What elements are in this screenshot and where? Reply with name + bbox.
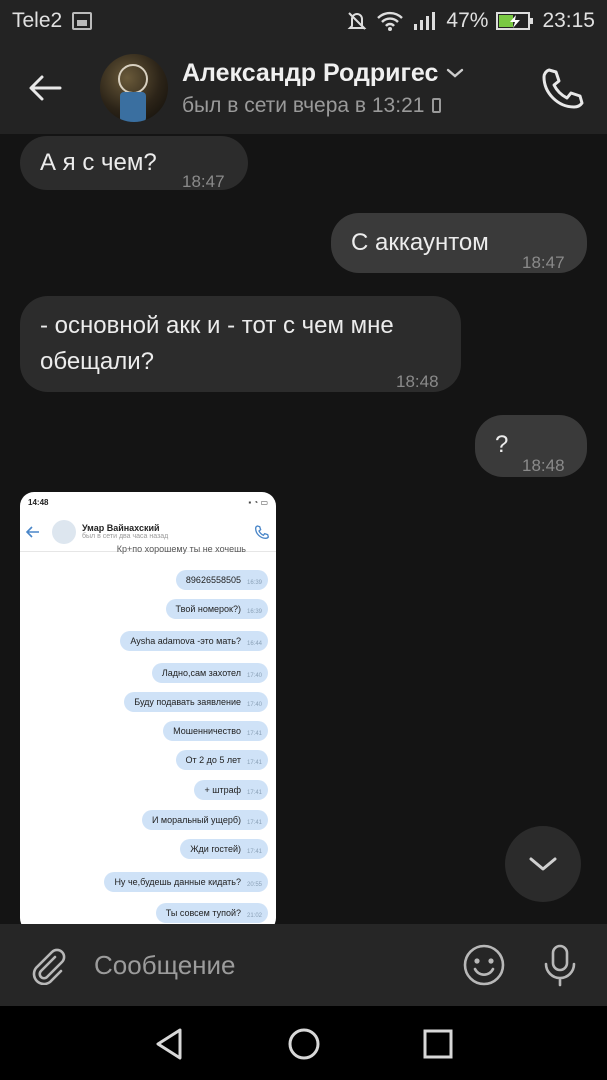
photo-bubble: Буду подавать заявление 17:40 [124, 692, 268, 712]
emoji-button[interactable] [461, 942, 507, 988]
last-seen: был в сети вчера в 13:21 [182, 93, 425, 117]
contact-name: Александр Родригес [182, 58, 439, 87]
message-text: А я с чем? [40, 149, 157, 176]
smiley-icon [463, 944, 505, 986]
photo-attachment[interactable]: 14:48 ▪ ◔ ▭ Умар Вайнахский был в сети д… [20, 492, 276, 924]
message-text: ? [495, 431, 509, 458]
photo-last-seen: был в сети два часа назад [82, 533, 169, 540]
battery-charging-icon [496, 12, 534, 30]
photo-bubble: И моральный ущерб) 17:41 [141, 810, 268, 830]
photo-status-time: 14:48 [28, 497, 49, 507]
photo-bubble: 89626558505 16:39 [175, 570, 268, 590]
mute-icon [347, 12, 367, 30]
message-text: - основной акк и - тот с чем мне обещали… [40, 312, 394, 375]
system-navigation-bar [0, 1006, 607, 1080]
carrier-label: Tele2 [12, 9, 63, 32]
battery-percent: 47% [446, 9, 489, 32]
photo-bubble: От 2 до 5 лет 17:41 [175, 750, 268, 770]
message-time: 18:47 [522, 253, 565, 272]
arrow-left-icon [29, 75, 62, 101]
message-list[interactable]: А я с чем? 18:47 С аккаунтом 18:47 - осн… [0, 134, 607, 924]
photo-bubble: Жди гостей) 17:41 [180, 839, 268, 859]
chevron-down-icon [529, 857, 557, 871]
wifi-icon [377, 11, 404, 31]
clock: 23:15 [542, 9, 595, 32]
microphone-icon [544, 944, 576, 987]
paperclip-icon [32, 948, 66, 985]
photo-bubble: Ну че,будешь данные кидать? 20:55 [104, 872, 268, 892]
avatar[interactable] [100, 54, 168, 122]
image-notification-icon [72, 12, 93, 30]
message-time: 18:48 [522, 456, 565, 475]
back-button[interactable] [0, 42, 90, 134]
photo-status-bar: 14:48 ▪ ◔ ▭ [20, 492, 276, 512]
message-input[interactable]: Сообщение [94, 950, 461, 981]
arrow-left-icon [26, 525, 39, 538]
message-text: С аккаунтом [351, 229, 489, 256]
call-button[interactable] [539, 64, 587, 112]
scroll-to-bottom-button[interactable] [505, 826, 581, 902]
chat-header: Александр Родригес был в сети вчера в 13… [0, 42, 607, 134]
signal-icon [414, 12, 436, 30]
photo-bubble: Ладно,сам захотел 17:40 [151, 663, 268, 683]
nav-home-icon[interactable] [284, 1024, 324, 1064]
message-bubble[interactable]: ? 18:48 [475, 415, 587, 477]
message-composer: Сообщение [0, 924, 607, 1006]
message-time: 18:48 [396, 372, 439, 391]
phone-icon [542, 68, 584, 109]
message-time: 18:47 [182, 172, 225, 191]
photo-bubble: Мошенничество 17:41 [163, 721, 268, 741]
contact-info[interactable]: Александр Родригес был в сети вчера в 13… [182, 59, 464, 118]
message-bubble[interactable]: А я с чем? 18:47 [20, 136, 248, 191]
message-bubble[interactable]: С аккаунтом 18:47 [331, 213, 587, 273]
phone-icon [254, 524, 270, 539]
photo-cut-message: Кр+по хорошему ты не хочешь [116, 544, 246, 554]
nav-recents-icon[interactable] [418, 1024, 458, 1064]
camera-avatar-icon [52, 519, 76, 544]
photo-bubble: Ты совсем тупой? 21:02 [155, 903, 268, 923]
status-bar: Tele2 47% 23:15 [0, 0, 607, 42]
mobile-device-icon [432, 98, 442, 113]
photo-contact-name: Умар Вайнахский [82, 523, 160, 533]
voice-message-button[interactable] [537, 942, 583, 988]
photo-status-icons: ▪ ◔ ▭ [248, 497, 268, 507]
chevron-down-icon [447, 68, 464, 78]
attach-button[interactable] [0, 924, 94, 1006]
photo-bubble: Aysha adamova -это мать? 16:44 [120, 631, 268, 651]
photo-bubble: Твой номерок?) 16:39 [165, 599, 268, 619]
nav-back-icon[interactable] [150, 1024, 190, 1064]
message-bubble[interactable]: - основной акк и - тот с чем мне обещали… [20, 296, 461, 392]
photo-bubble: + штраф 17:41 [194, 780, 268, 800]
